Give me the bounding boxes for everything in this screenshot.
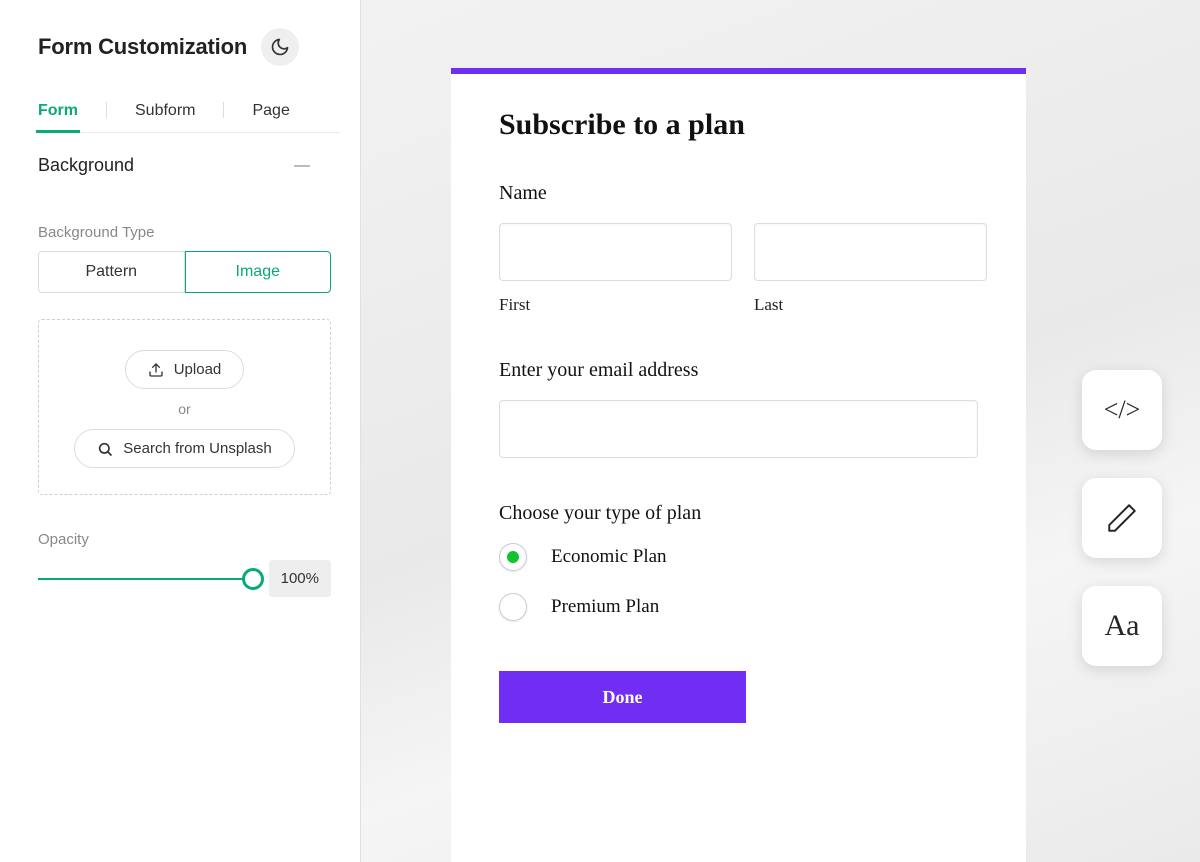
- opacity-value: 100%: [269, 560, 331, 597]
- code-icon: </>: [1104, 395, 1141, 425]
- upload-button-label: Upload: [174, 361, 222, 378]
- moon-icon: [270, 37, 290, 57]
- tab-page[interactable]: Page: [252, 94, 289, 132]
- radio-economic[interactable]: [499, 543, 527, 571]
- font-icon: Aa: [1105, 609, 1140, 643]
- submit-button-label: Done: [603, 687, 643, 708]
- bg-type-image[interactable]: Image: [185, 251, 332, 293]
- dark-mode-toggle[interactable]: [261, 28, 299, 66]
- name-row: First Last: [499, 223, 978, 315]
- bg-type-pattern[interactable]: Pattern: [38, 251, 185, 293]
- first-name-sublabel: First: [499, 295, 732, 315]
- radio-premium-label: Premium Plan: [551, 596, 659, 618]
- sidebar-title: Form Customization: [38, 34, 247, 60]
- form-card: Subscribe to a plan Name First Last Ente…: [451, 68, 1026, 862]
- tab-subform[interactable]: Subform: [135, 94, 195, 132]
- name-label: Name: [499, 182, 978, 205]
- plan-radio-group: Economic Plan Premium Plan: [499, 543, 978, 621]
- font-tool-button[interactable]: Aa: [1082, 586, 1162, 666]
- tab-form[interactable]: Form: [38, 94, 78, 132]
- opacity-control: 100%: [38, 560, 331, 597]
- floating-toolbar: </> Aa: [1082, 370, 1162, 666]
- sidebar-tabs: Form Subform Page: [38, 94, 340, 133]
- last-name-sublabel: Last: [754, 295, 987, 315]
- email-label: Enter your email address: [499, 359, 978, 382]
- radio-economic-label: Economic Plan: [551, 546, 667, 568]
- radio-premium[interactable]: [499, 593, 527, 621]
- tab-separator: [106, 102, 107, 118]
- customization-sidebar: Form Customization Form Subform Page Bac…: [0, 0, 360, 862]
- last-name-input[interactable]: [754, 223, 987, 281]
- collapse-icon: [294, 165, 310, 167]
- email-input[interactable]: [499, 400, 978, 458]
- plan-label: Choose your type of plan: [499, 502, 978, 525]
- edit-tool-button[interactable]: [1082, 478, 1162, 558]
- upload-or-label: or: [178, 401, 190, 417]
- pencil-icon: [1105, 501, 1139, 535]
- background-section-header[interactable]: Background: [38, 155, 340, 176]
- slider-thumb[interactable]: [242, 568, 264, 590]
- submit-button[interactable]: Done: [499, 671, 746, 723]
- plan-option-premium[interactable]: Premium Plan: [499, 593, 978, 621]
- opacity-slider[interactable]: [38, 567, 253, 591]
- upload-icon: [148, 362, 164, 378]
- code-tool-button[interactable]: </>: [1082, 370, 1162, 450]
- search-unsplash-label: Search from Unsplash: [123, 440, 271, 457]
- search-icon: [97, 441, 113, 457]
- background-section-label: Background: [38, 155, 134, 176]
- sidebar-header: Form Customization: [38, 28, 340, 66]
- tab-separator: [223, 102, 224, 118]
- first-name-input[interactable]: [499, 223, 732, 281]
- search-unsplash-button[interactable]: Search from Unsplash: [74, 429, 294, 468]
- plan-option-economic[interactable]: Economic Plan: [499, 543, 978, 571]
- opacity-label: Opacity: [38, 531, 340, 548]
- form-title: Subscribe to a plan: [499, 108, 978, 142]
- image-upload-dropzone[interactable]: Upload or Search from Unsplash: [38, 319, 331, 495]
- upload-button[interactable]: Upload: [125, 350, 245, 389]
- form-preview-canvas: Subscribe to a plan Name First Last Ente…: [360, 0, 1200, 862]
- bg-type-label: Background Type: [38, 224, 340, 241]
- slider-track: [38, 578, 253, 580]
- bg-type-segment: Pattern Image: [38, 251, 331, 293]
